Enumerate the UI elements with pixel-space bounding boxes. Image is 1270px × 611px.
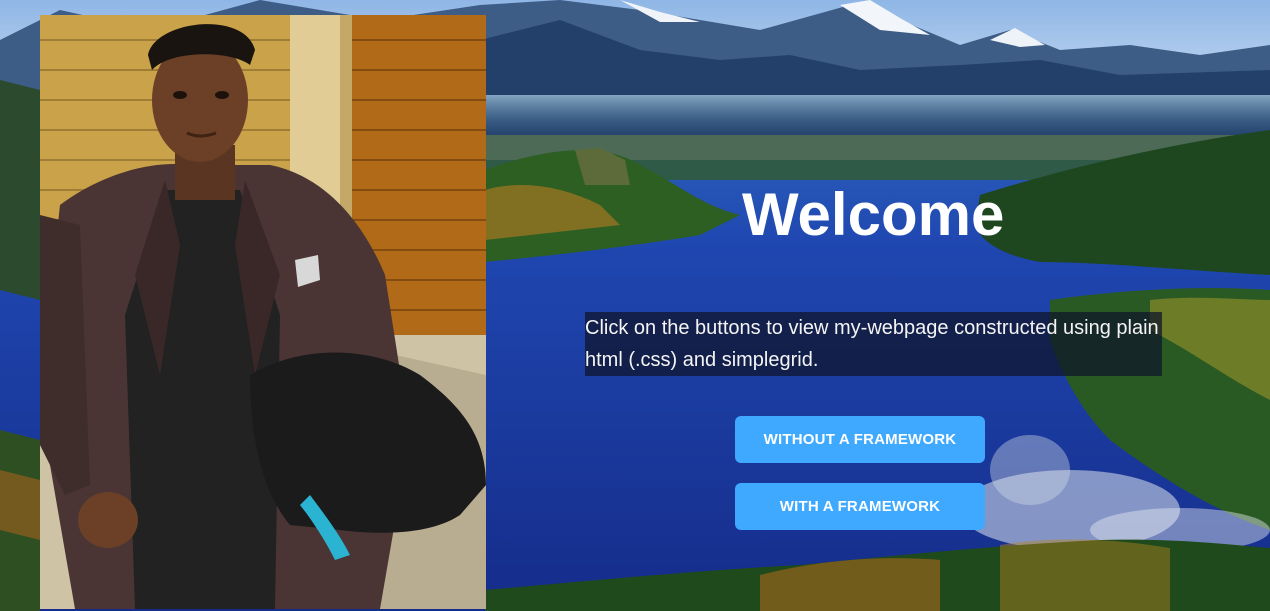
page-title: Welcome bbox=[742, 181, 1005, 248]
hero-description: Click on the buttons to view my-webpage … bbox=[585, 312, 1162, 376]
portrait-photo bbox=[40, 15, 486, 609]
without-framework-button[interactable]: WITHOUT A FRAMEWORK bbox=[735, 416, 985, 463]
with-framework-button[interactable]: WITH A FRAMEWORK bbox=[735, 483, 985, 530]
